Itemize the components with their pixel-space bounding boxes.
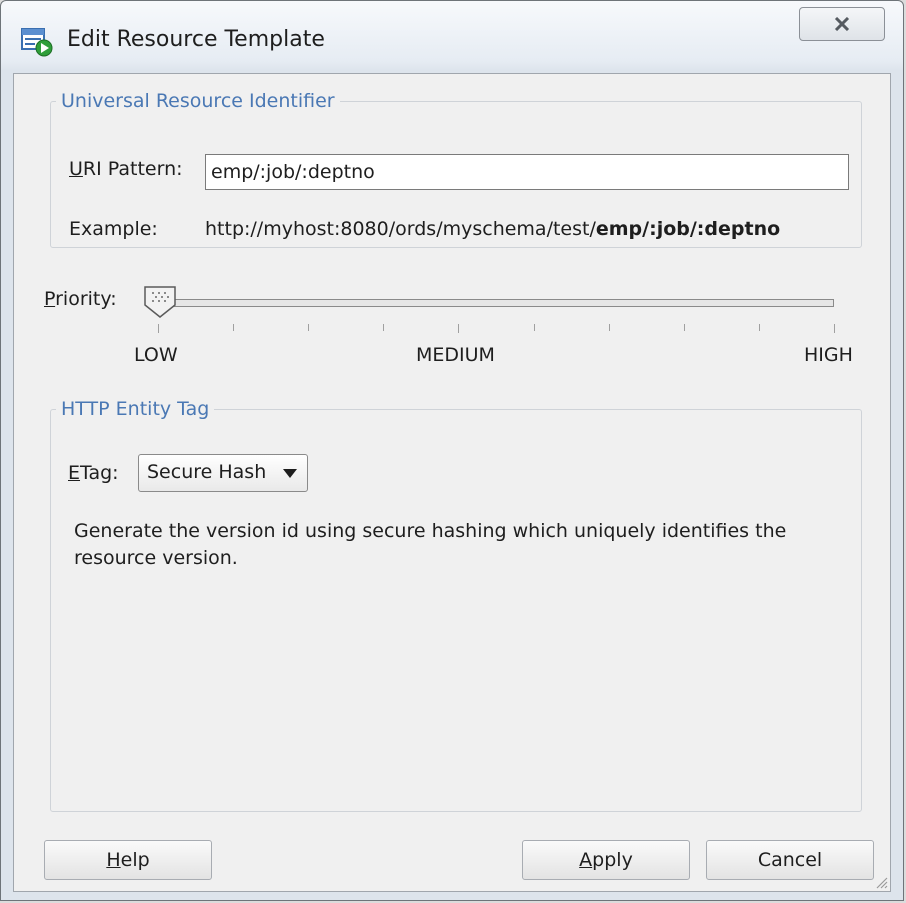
- priority-tick: [608, 324, 610, 331]
- help-button[interactable]: Help: [44, 840, 212, 880]
- apply-button[interactable]: Apply: [522, 840, 690, 880]
- uri-group-legend: Universal Resource Identifier: [61, 90, 335, 112]
- uri-group: Universal Resource Identifier URI Patter…: [50, 90, 862, 248]
- window-title: Edit Resource Template: [67, 27, 325, 52]
- priority-tick: [308, 324, 310, 331]
- etag-selected-value: Secure Hash: [147, 461, 267, 483]
- priority-high-label: HIGH: [804, 344, 853, 366]
- priority-label: Priority:: [44, 288, 117, 310]
- etag-label: ETag:: [68, 462, 119, 484]
- close-icon: [834, 17, 850, 31]
- priority-tick: [834, 324, 835, 333]
- etag-group-legend: HTTP Entity Tag: [61, 398, 210, 420]
- example-url: http://myhost:8080/ords/myschema/test/em…: [205, 218, 781, 240]
- resize-grip-icon[interactable]: [874, 875, 888, 889]
- priority-slider-track[interactable]: [158, 299, 834, 307]
- priority-tick: [458, 324, 460, 333]
- priority-medium-label: MEDIUM: [416, 344, 495, 366]
- etag-description: Generate the version id using secure has…: [74, 520, 787, 569]
- resource-template-icon: [21, 28, 53, 57]
- example-label: Example:: [69, 218, 158, 240]
- slider-thumb-icon[interactable]: [142, 285, 178, 319]
- cancel-button[interactable]: Cancel: [706, 840, 874, 880]
- close-button[interactable]: [799, 7, 885, 41]
- priority-tick: [383, 324, 385, 331]
- dialog-content: Universal Resource Identifier URI Patter…: [13, 73, 891, 892]
- title-bar[interactable]: Edit Resource Template: [1, 1, 903, 73]
- priority-low-label: LOW: [134, 344, 178, 366]
- priority-tick: [533, 324, 535, 331]
- priority-tick: [233, 324, 235, 331]
- priority-tick: [758, 324, 760, 331]
- priority-tick: [158, 324, 159, 333]
- dialog-window: Edit Resource Template Universal Resourc…: [0, 0, 904, 901]
- etag-select[interactable]: Secure Hash: [138, 454, 308, 492]
- priority-tick: [683, 324, 685, 331]
- uri-pattern-label: URI Pattern:: [69, 158, 183, 180]
- chevron-down-icon: [283, 469, 297, 478]
- uri-pattern-input[interactable]: [205, 154, 849, 190]
